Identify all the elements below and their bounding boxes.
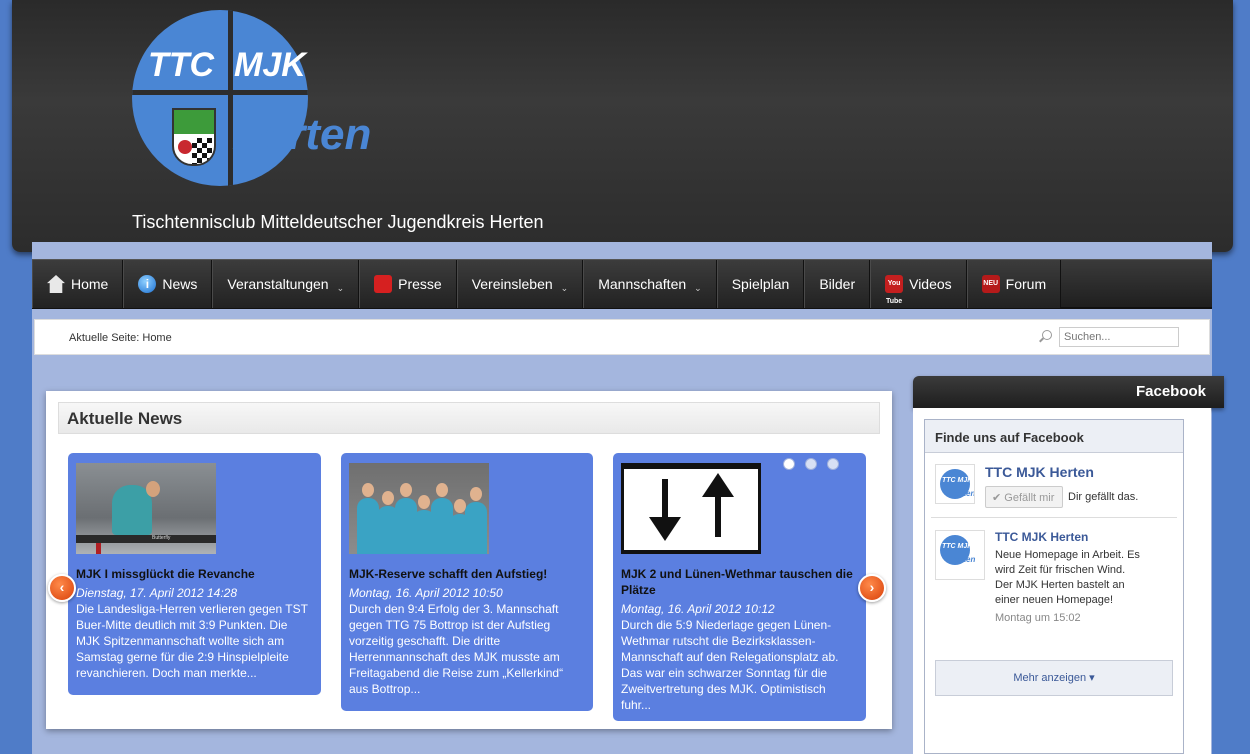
chevron-down-icon: ⌄ — [694, 282, 702, 293]
nav-item-presse[interactable]: Presse — [359, 260, 457, 308]
logo-mjk-text: MJK — [234, 46, 306, 84]
club-logo[interactable]: TTC MJK Herten — [132, 10, 402, 190]
news-headline[interactable]: MJK I missglückt die Revanche — [76, 566, 313, 582]
news-date: Montag, 16. April 2012 10:12 — [621, 602, 775, 616]
post-author[interactable]: TTC MJK Herten — [995, 530, 1088, 544]
slider-dot[interactable] — [783, 458, 795, 470]
facebook-post: TTC MJK Herten TTC MJK Herten Neue Homep… — [935, 530, 1140, 624]
new-badge-icon: NEU — [981, 275, 1000, 293]
table-sign: Butterfly — [152, 535, 171, 541]
post-time[interactable]: Montag um 15:02 — [995, 612, 1081, 624]
site-subtitle: Tischtennisclub Mitteldeutscher Jugendkr… — [132, 212, 544, 232]
news-teaser: Die Landesliga-Herren verlieren gegen TS… — [76, 602, 308, 680]
page-avatar[interactable]: TTC MJK Herten — [935, 464, 975, 504]
news-card[interactable]: MJK-Reserve schafft den Aufstieg! Montag… — [341, 453, 593, 711]
nav-item-home[interactable]: Home — [32, 260, 124, 308]
facebook-panel: Finde uns auf Facebook TTC MJK Herten TT… — [913, 408, 1211, 754]
youtube-icon: You Tube — [885, 275, 904, 305]
slider-prev-button[interactable]: ‹ — [48, 574, 76, 602]
news-card[interactable]: Butterfly MJK I missglückt die Revanche … — [68, 453, 321, 695]
facebook-page-name[interactable]: TTC MJK Herten — [985, 464, 1094, 480]
nav-item-mannschaften[interactable]: Mannschaften ⌄ — [583, 260, 717, 308]
pdf-icon — [374, 275, 393, 293]
nav-item-spielplan[interactable]: Spielplan — [716, 260, 805, 308]
show-more-button[interactable]: Mehr anzeigen ▾ — [935, 660, 1173, 696]
chevron-down-icon: ⌄ — [560, 282, 569, 293]
news-title: Aktuelle News — [67, 409, 183, 428]
main-nav: Home i News Veranstaltungen ⌄ Presse Ver… — [32, 259, 1212, 309]
search-icon — [1039, 330, 1053, 344]
slider-dot[interactable] — [805, 458, 817, 470]
slider-next-button[interactable]: › — [858, 574, 886, 602]
news-panel: Aktuelle News Butterfly MJK I missglückt… — [46, 391, 892, 729]
search-input[interactable] — [1059, 327, 1179, 347]
breadcrumb: Aktuelle Seite: Home — [69, 332, 172, 344]
nav-label: Mannschaften — [598, 276, 687, 292]
nav-item-forum[interactable]: NEU Forum — [966, 260, 1062, 308]
like-button[interactable]: ✔ Gefällt mir — [985, 486, 1063, 508]
info-icon: i — [138, 275, 157, 293]
nav-label: Veranstaltungen — [227, 276, 329, 292]
news-date: Montag, 16. April 2012 10:50 — [349, 586, 503, 600]
coat-of-arms-icon — [172, 108, 216, 166]
like-status: Dir gefällt das. — [1068, 491, 1139, 503]
logo-herten-text: Herten — [232, 110, 372, 159]
facebook-like-box: Finde uns auf Facebook TTC MJK Herten TT… — [924, 419, 1184, 754]
news-header: Aktuelle News — [58, 402, 880, 434]
slider-dot[interactable] — [827, 458, 839, 470]
divider — [931, 517, 1177, 518]
home-icon — [47, 275, 65, 293]
facebook-box-title: Finde uns auf Facebook — [925, 420, 1183, 453]
nav-label: Home — [71, 276, 109, 292]
nav-label: News — [162, 276, 198, 292]
nav-label: Forum — [1005, 276, 1047, 292]
news-thumbnail[interactable] — [621, 463, 761, 554]
news-thumbnail[interactable] — [349, 463, 489, 554]
site-header: TTC MJK Herten Tischtennisclub Mitteldeu… — [12, 0, 1233, 252]
nav-label: Bilder — [819, 276, 856, 292]
news-teaser: Durch die 5:9 Niederlage gegen Lünen-Wet… — [621, 618, 839, 712]
facebook-tab-label: Facebook — [1135, 383, 1206, 400]
news-card[interactable]: MJK 2 und Lünen-Wethmar tauschen die Plä… — [613, 453, 866, 721]
news-headline[interactable]: MJK 2 und Lünen-Wethmar tauschen die Plä… — [621, 566, 858, 598]
nav-item-videos[interactable]: You Tube Videos — [870, 260, 967, 308]
post-text: Neue Homepage in Arbeit. Es wird Zeit fü… — [995, 549, 1140, 606]
nav-label: Spielplan — [731, 276, 790, 292]
nav-item-bilder[interactable]: Bilder — [804, 260, 871, 308]
logo-ttc-text: TTC — [148, 46, 215, 84]
news-thumbnail[interactable]: Butterfly — [76, 463, 216, 554]
post-avatar[interactable]: TTC MJK Herten — [935, 530, 985, 580]
breadcrumb-bar: Aktuelle Seite: Home — [34, 319, 1210, 355]
nav-label: Vereinsleben — [471, 276, 553, 292]
nav-label: Presse — [398, 276, 442, 292]
facebook-page-info: TTC MJK Herten TTC MJK Herten ✔ Gefällt … — [935, 464, 1138, 508]
slider-pagination — [783, 458, 839, 470]
nav-item-veranstaltungen[interactable]: Veranstaltungen ⌄ — [212, 260, 360, 308]
facebook-tab: Facebook — [913, 376, 1224, 408]
news-date: Dienstag, 17. April 2012 14:28 — [76, 586, 237, 600]
nav-item-vereinsleben[interactable]: Vereinsleben ⌄ — [456, 260, 584, 308]
chevron-down-icon: ⌄ — [336, 282, 345, 293]
nav-label: Videos — [909, 276, 952, 292]
news-teaser: Durch den 9:4 Erfolg der 3. Mannschaft g… — [349, 602, 564, 696]
nav-item-news[interactable]: i News — [123, 260, 213, 308]
news-headline[interactable]: MJK-Reserve schafft den Aufstieg! — [349, 566, 585, 582]
